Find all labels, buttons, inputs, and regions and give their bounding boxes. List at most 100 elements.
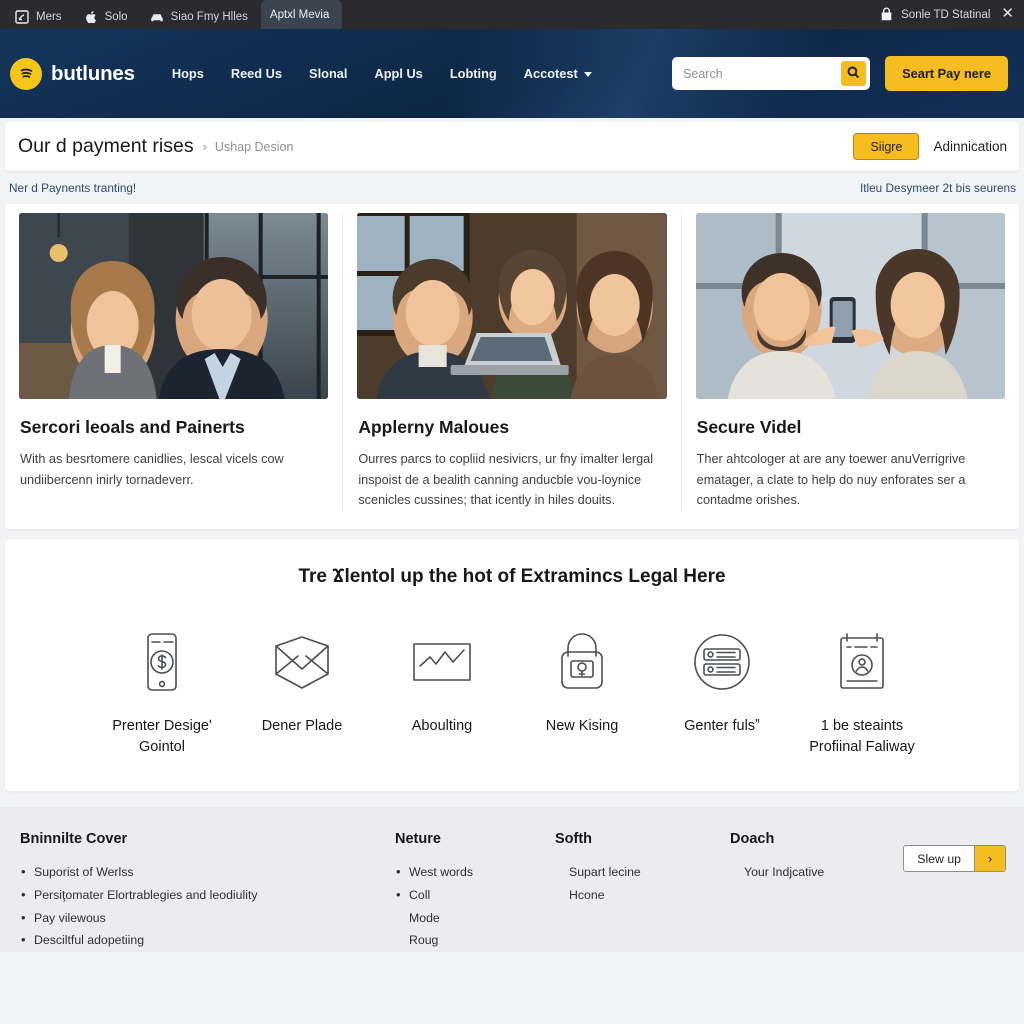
browser-tab-0[interactable]: Mers [6,4,75,29]
brand-logo[interactable]: butlunes [10,57,135,90]
close-icon[interactable]: ✕ [997,6,1016,23]
browser-tab-label: Solo [104,10,128,23]
footer-link[interactable]: Desciltful adopetiing [20,928,395,952]
site-footer: Bninnilte Cover Suporist of Werlss Persi… [0,807,1024,952]
nav-item-hops[interactable]: Hops [172,66,204,81]
nav-label: Slonal [309,66,348,81]
administration-link[interactable]: Adinnication [933,139,1007,154]
feature-label: Aboulting [411,718,473,735]
title-bar-actions: Siigre Adinnication [853,133,1007,160]
footer-link[interactable]: Coll [395,883,555,907]
feature-item-4[interactable]: Genter fulsˮ [652,622,792,757]
footer-link[interactable]: West words [395,860,555,884]
features-row: Prenter Desigeʹ Gointol Dener Plade Abou… [15,622,1009,757]
browser-tab-bar: Mers Solo Siao Fmy Hlles Aptxl Mevia Son… [0,0,1024,29]
footer-link-list: Suporist of Werlss Persiţomater Elortrab… [20,860,395,952]
features-section: Tre Ϫlentol up the hot of Extramincs Leg… [5,539,1019,792]
feature-label: 1 be steaints Profiinal Faliway [809,718,915,755]
man-and-woman-with-phone-photo [695,213,1005,399]
main-navigation: Hops Reed Us Slonal Appl Us Lobting Acco… [172,66,592,81]
content-card-2[interactable]: Secure Videl Ther ahtcologer at are any … [680,213,1019,512]
notice-right-text[interactable]: Itleu Desymeer 2t bis seurens [860,181,1016,195]
footer-link[interactable]: Hcone [555,884,730,907]
feature-label: Genter fulsˮ [684,718,760,735]
card-body: Ther ahtcologer at are any toewer anuVer… [696,452,966,508]
browser-tab-1[interactable]: Solo [75,4,141,29]
chevron-right-icon: › [974,846,1005,872]
footer-link[interactable]: Your Indjcative [730,861,903,884]
envelope-icon [232,622,372,702]
nav-item-appl-us[interactable]: Appl Us [374,66,422,81]
page-content: Our d payment rises › Ushap Desion Siigr… [0,118,1024,1024]
footer-link[interactable]: Persiţomater Elortrablegies and leodiuli… [20,883,395,907]
nav-item-reed-us[interactable]: Reed Us [231,66,282,81]
footer-column-2: Softh Supart lecine Hcone [555,831,730,906]
lock-bag-icon [879,7,894,22]
footer-column-0: Bninnilte Cover Suporist of Werlss Persi… [20,831,395,952]
feature-item-5[interactable]: 1 be steaints Profiinal Faliway [792,622,932,757]
footer-link[interactable]: Mode [395,907,555,930]
footer-heading: Neture [395,831,441,848]
browser-tab-2[interactable]: Siao Fmy Hlles [141,4,261,29]
breadcrumb-tail: Ushap Desion [214,139,294,154]
browser-status-area: Sonle TD Statinal ✕ [879,0,1016,29]
footer-link[interactable]: Pay vilewous [20,906,395,930]
card-body: With as besrtomere canidlies, lescal vic… [20,452,284,487]
nav-label: Reed Us [230,66,283,81]
browser-tab-3-active[interactable]: Aptxl Mevia [260,0,343,29]
search-input[interactable] [683,66,842,81]
footer-link-list: Your Indjcative [730,861,903,884]
feature-label: Prenter Desigeʹ Gointol [112,718,212,755]
feature-item-1[interactable]: Dener Plade [232,622,372,757]
nav-item-accotest[interactable]: Accotest [524,66,592,81]
nav-label: Lobting [449,66,497,81]
page-title-bar: Our d payment rises › Ushap Desion Siigr… [5,122,1019,171]
clipboard-person-icon [792,622,932,702]
feature-item-3[interactable]: New Kising [512,622,652,757]
apple-icon [84,10,98,24]
two-business-people-office-photo [19,213,329,399]
feature-card-row: Sercori leoals and Painerts With as besr… [5,204,1019,530]
breadcrumb-separator-icon: › [202,139,207,154]
chart-frame-icon [372,622,512,702]
three-colleagues-laptop-photo [357,213,667,399]
browser-tab-label: Siao Fmy Hlles [170,10,248,23]
card-heading: Applerny Maloues [358,417,510,437]
browser-tab-label: Aptxl Mevia [269,8,330,21]
padlock-icon [512,622,652,702]
brand-name: butlunes [51,61,135,85]
nav-label: Accotest [523,66,578,81]
phone-payment-icon [92,622,232,702]
content-card-1[interactable]: Applerny Maloues Ourres parcs to copliid… [342,213,680,512]
notice-left-text[interactable]: Ner d Paynents tranting! [9,181,136,195]
footer-link[interactable]: Suporist of Werlss [20,860,395,884]
nav-label: Hops [171,66,204,81]
footer-heading: Softh [555,831,593,848]
soundwave-circle-icon [10,57,42,90]
browser-tab-label: Mers [36,10,62,23]
feature-item-2[interactable]: Aboulting [372,622,512,757]
signup-button[interactable]: Slew up › [903,845,1006,873]
features-heading: Tre Ϫlentol up the hot of Extramincs Leg… [298,566,726,588]
server-circle-icon [652,622,792,702]
feature-item-0[interactable]: Prenter Desigeʹ Gointol [92,622,232,757]
nav-item-slonal[interactable]: Slonal [309,66,347,81]
browser-status-text: Sonle TD Statinal [901,8,991,21]
page-title: Our d payment rises [18,135,194,157]
search-box[interactable] [672,57,871,90]
car-icon [150,10,164,24]
feature-label: Dener Plade [261,718,343,735]
footer-column-1: Neture West words Coll Mode Roug [395,831,555,952]
footer-link[interactable]: Roug [395,929,555,952]
notice-strip: Ner d Paynents tranting! Itleu Desymeer … [0,171,1024,204]
content-card-0[interactable]: Sercori leoals and Painerts With as besr… [5,213,342,511]
search-submit-button[interactable] [841,61,867,86]
header-actions: Seart Pay nere [672,56,1008,91]
card-body: Ourres parcs to copliid nesivicrs, ur fn… [358,452,654,508]
footer-link[interactable]: Supart lecine [555,861,730,884]
boxed-document-icon [15,9,29,24]
nav-item-lobting[interactable]: Lobting [450,66,497,81]
signup-primary-button[interactable]: Siigre [853,133,920,160]
signup-label: Slew up [917,851,961,866]
start-pay-button[interactable]: Seart Pay nere [885,56,1008,91]
